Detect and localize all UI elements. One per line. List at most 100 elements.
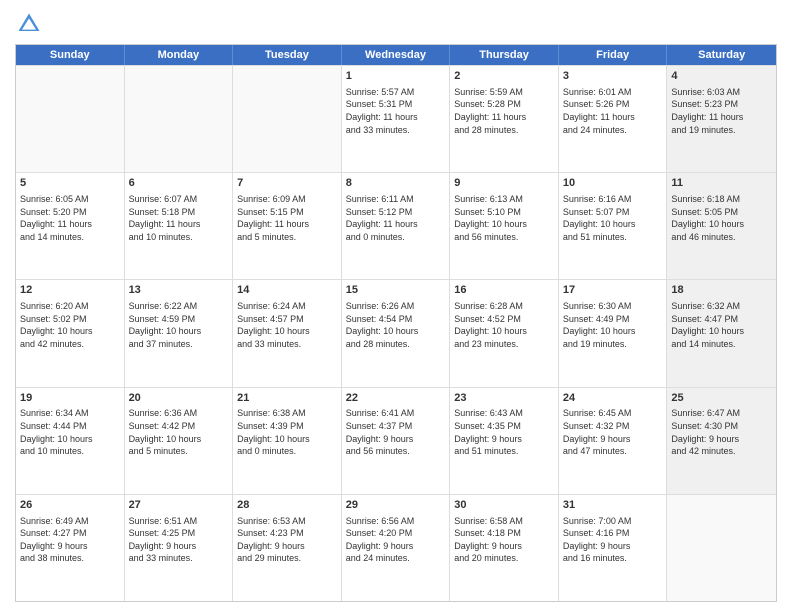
cell-info-text: Daylight: 10 hours xyxy=(454,325,554,338)
cell-info-text: Sunrise: 6:30 AM xyxy=(563,300,663,313)
calendar-cell-1-3: 8Sunrise: 6:11 AMSunset: 5:12 PMDaylight… xyxy=(342,173,451,279)
cell-info-text: Sunset: 5:28 PM xyxy=(454,98,554,111)
cell-info-text: and 24 minutes. xyxy=(563,124,663,137)
cell-info-text: Sunrise: 6:18 AM xyxy=(671,193,772,206)
day-number: 29 xyxy=(346,498,446,513)
cell-info-text: Daylight: 11 hours xyxy=(563,111,663,124)
cell-info-text: and 47 minutes. xyxy=(563,445,663,458)
cell-info-text: Sunset: 5:15 PM xyxy=(237,206,337,219)
cell-info-text: and 42 minutes. xyxy=(20,338,120,351)
cell-info-text: Sunrise: 6:07 AM xyxy=(129,193,229,206)
day-number: 1 xyxy=(346,69,446,84)
day-number: 10 xyxy=(563,176,663,191)
cell-info-text: Daylight: 10 hours xyxy=(237,433,337,446)
calendar-cell-1-0: 5Sunrise: 6:05 AMSunset: 5:20 PMDaylight… xyxy=(16,173,125,279)
calendar-cell-4-0: 26Sunrise: 6:49 AMSunset: 4:27 PMDayligh… xyxy=(16,495,125,601)
cell-info-text: Daylight: 9 hours xyxy=(346,433,446,446)
header xyxy=(15,10,777,38)
cell-info-text: Sunrise: 6:41 AM xyxy=(346,407,446,420)
cell-info-text: Sunrise: 6:43 AM xyxy=(454,407,554,420)
cell-info-text: and 5 minutes. xyxy=(237,231,337,244)
cell-info-text: Daylight: 11 hours xyxy=(454,111,554,124)
calendar-cell-0-0 xyxy=(16,66,125,172)
cell-info-text: and 14 minutes. xyxy=(671,338,772,351)
cell-info-text: Sunset: 5:26 PM xyxy=(563,98,663,111)
day-number: 19 xyxy=(20,391,120,406)
logo-icon xyxy=(15,10,43,38)
header-day-monday: Monday xyxy=(125,45,234,65)
cell-info-text: Sunrise: 6:09 AM xyxy=(237,193,337,206)
cell-info-text: Sunset: 4:20 PM xyxy=(346,527,446,540)
cell-info-text: Sunrise: 6:20 AM xyxy=(20,300,120,313)
cell-info-text: Sunset: 5:31 PM xyxy=(346,98,446,111)
day-number: 28 xyxy=(237,498,337,513)
day-number: 3 xyxy=(563,69,663,84)
cell-info-text: Daylight: 11 hours xyxy=(237,218,337,231)
cell-info-text: Sunset: 4:32 PM xyxy=(563,420,663,433)
cell-info-text: Sunrise: 6:45 AM xyxy=(563,407,663,420)
day-number: 12 xyxy=(20,283,120,298)
day-number: 30 xyxy=(454,498,554,513)
calendar-cell-2-4: 16Sunrise: 6:28 AMSunset: 4:52 PMDayligh… xyxy=(450,280,559,386)
day-number: 9 xyxy=(454,176,554,191)
cell-info-text: Sunrise: 6:49 AM xyxy=(20,515,120,528)
cell-info-text: Sunset: 4:16 PM xyxy=(563,527,663,540)
cell-info-text: Sunset: 4:42 PM xyxy=(129,420,229,433)
calendar-cell-1-4: 9Sunrise: 6:13 AMSunset: 5:10 PMDaylight… xyxy=(450,173,559,279)
cell-info-text: Sunset: 5:23 PM xyxy=(671,98,772,111)
cell-info-text: Sunrise: 6:16 AM xyxy=(563,193,663,206)
cell-info-text: Sunset: 4:27 PM xyxy=(20,527,120,540)
cell-info-text: and 19 minutes. xyxy=(671,124,772,137)
calendar-cell-3-3: 22Sunrise: 6:41 AMSunset: 4:37 PMDayligh… xyxy=(342,388,451,494)
calendar-row-3: 19Sunrise: 6:34 AMSunset: 4:44 PMDayligh… xyxy=(16,387,776,494)
cell-info-text: Sunrise: 7:00 AM xyxy=(563,515,663,528)
calendar-cell-0-2 xyxy=(233,66,342,172)
calendar-body: 1Sunrise: 5:57 AMSunset: 5:31 PMDaylight… xyxy=(16,65,776,601)
cell-info-text: Sunset: 4:25 PM xyxy=(129,527,229,540)
day-number: 7 xyxy=(237,176,337,191)
calendar-cell-0-4: 2Sunrise: 5:59 AMSunset: 5:28 PMDaylight… xyxy=(450,66,559,172)
cell-info-text: and 14 minutes. xyxy=(20,231,120,244)
cell-info-text: Sunset: 5:10 PM xyxy=(454,206,554,219)
cell-info-text: Sunrise: 6:13 AM xyxy=(454,193,554,206)
cell-info-text: Daylight: 9 hours xyxy=(454,433,554,446)
cell-info-text: and 24 minutes. xyxy=(346,552,446,565)
cell-info-text: Daylight: 10 hours xyxy=(563,218,663,231)
day-number: 24 xyxy=(563,391,663,406)
cell-info-text: Sunset: 4:52 PM xyxy=(454,313,554,326)
cell-info-text: Sunrise: 6:47 AM xyxy=(671,407,772,420)
cell-info-text: Daylight: 9 hours xyxy=(346,540,446,553)
cell-info-text: Daylight: 11 hours xyxy=(346,218,446,231)
page: SundayMondayTuesdayWednesdayThursdayFrid… xyxy=(0,0,792,612)
cell-info-text: Sunset: 4:35 PM xyxy=(454,420,554,433)
cell-info-text: Daylight: 11 hours xyxy=(129,218,229,231)
cell-info-text: and 37 minutes. xyxy=(129,338,229,351)
cell-info-text: Sunset: 4:30 PM xyxy=(671,420,772,433)
header-day-saturday: Saturday xyxy=(667,45,776,65)
calendar-cell-3-4: 23Sunrise: 6:43 AMSunset: 4:35 PMDayligh… xyxy=(450,388,559,494)
calendar-cell-3-0: 19Sunrise: 6:34 AMSunset: 4:44 PMDayligh… xyxy=(16,388,125,494)
cell-info-text: Sunrise: 6:28 AM xyxy=(454,300,554,313)
calendar-row-4: 26Sunrise: 6:49 AMSunset: 4:27 PMDayligh… xyxy=(16,494,776,601)
cell-info-text: Daylight: 11 hours xyxy=(671,111,772,124)
cell-info-text: Sunset: 4:39 PM xyxy=(237,420,337,433)
cell-info-text: Sunset: 5:12 PM xyxy=(346,206,446,219)
cell-info-text: Daylight: 10 hours xyxy=(563,325,663,338)
cell-info-text: Daylight: 9 hours xyxy=(671,433,772,446)
cell-info-text: and 29 minutes. xyxy=(237,552,337,565)
day-number: 17 xyxy=(563,283,663,298)
calendar-cell-4-5: 31Sunrise: 7:00 AMSunset: 4:16 PMDayligh… xyxy=(559,495,668,601)
calendar-cell-1-6: 11Sunrise: 6:18 AMSunset: 5:05 PMDayligh… xyxy=(667,173,776,279)
cell-info-text: Sunset: 5:18 PM xyxy=(129,206,229,219)
cell-info-text: Daylight: 10 hours xyxy=(129,325,229,338)
calendar-cell-4-3: 29Sunrise: 6:56 AMSunset: 4:20 PMDayligh… xyxy=(342,495,451,601)
cell-info-text: Daylight: 11 hours xyxy=(346,111,446,124)
cell-info-text: Sunset: 5:05 PM xyxy=(671,206,772,219)
calendar-row-0: 1Sunrise: 5:57 AMSunset: 5:31 PMDaylight… xyxy=(16,65,776,172)
header-day-friday: Friday xyxy=(559,45,668,65)
cell-info-text: and 0 minutes. xyxy=(346,231,446,244)
calendar-cell-0-5: 3Sunrise: 6:01 AMSunset: 5:26 PMDaylight… xyxy=(559,66,668,172)
cell-info-text: and 33 minutes. xyxy=(129,552,229,565)
cell-info-text: and 33 minutes. xyxy=(237,338,337,351)
header-day-thursday: Thursday xyxy=(450,45,559,65)
